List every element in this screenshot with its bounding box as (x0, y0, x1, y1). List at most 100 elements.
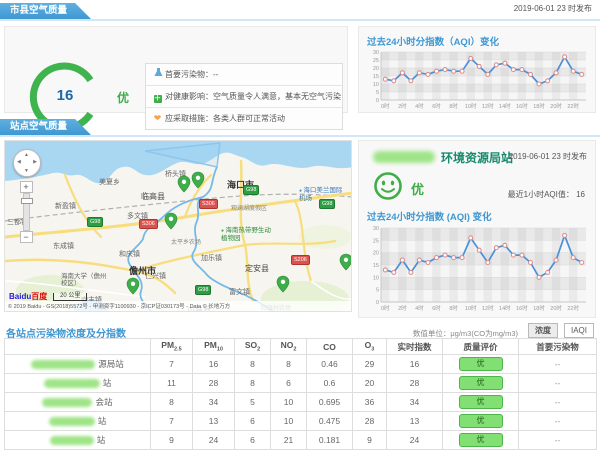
svg-text:22时: 22时 (567, 102, 579, 110)
value-cell: 7 (151, 355, 193, 374)
section-divider (0, 135, 600, 137)
value-cell: 28 (353, 412, 387, 431)
svg-text:12时: 12时 (482, 102, 494, 110)
svg-text:15: 15 (373, 263, 379, 269)
map-zoom-control: + − (19, 181, 33, 243)
column-header: CO (307, 339, 353, 355)
column-header: PM10 (193, 339, 235, 355)
value-cell: 34 (193, 393, 235, 412)
svg-text:14时: 14时 (499, 102, 511, 110)
info-row-primary-pollutant: 首要污染物：-- (146, 64, 342, 86)
value-cell: 29 (353, 355, 387, 374)
station-name-redacted (31, 360, 95, 369)
svg-text:20: 20 (373, 251, 379, 257)
value-cell: 9 (353, 431, 387, 450)
svg-text:20时: 20时 (550, 102, 562, 110)
recent-aqi-value: 16 (576, 190, 585, 199)
svg-text:0: 0 (376, 98, 379, 104)
station-column-header (5, 339, 151, 355)
svg-text:30: 30 (373, 226, 379, 232)
station-name-suffix: 站 (97, 435, 106, 445)
station-name-suffix: 站 (103, 378, 112, 388)
info-label: 对健康影响： (165, 92, 213, 101)
grade-cell: 优 (443, 355, 519, 374)
road-shield: S306 (139, 219, 158, 229)
primary-pollutant-cell: -- (519, 355, 597, 374)
map-label: 和庆镇 (119, 251, 140, 259)
flask-icon (152, 64, 163, 85)
air-quality-dashboard: { "header": { "publish_time": "2019-06-0… (0, 0, 600, 450)
map-pan-control[interactable]: ▲ ▼ ◀ ▶ (13, 149, 41, 177)
chart-title-city: 过去24小时分指数（AQI）变化 (367, 34, 499, 48)
column-header: PM2.5 (151, 339, 193, 355)
station-name-cell: 源局站 (5, 355, 151, 374)
station-pin-icon[interactable] (126, 277, 140, 295)
primary-pollutant-cell: -- (519, 393, 597, 412)
station-detail-panel: 环境资源局站 2019-06-01 23 时发布 优 最近1小时AQI值： 16… (358, 140, 596, 318)
station-name-redacted (44, 379, 100, 388)
info-label: 应采取措施： (165, 114, 213, 123)
value-cell: 0.475 (307, 412, 353, 431)
station-name-cell: 站 (5, 374, 151, 393)
station-pin-icon[interactable] (191, 171, 205, 189)
column-header: 质量评价 (443, 339, 519, 355)
value-cell: 8 (151, 393, 193, 412)
station-pin-icon[interactable] (177, 175, 191, 193)
pan-down-icon[interactable]: ▼ (24, 168, 29, 174)
svg-text:2时: 2时 (398, 102, 407, 110)
grade-badge: 优 (459, 395, 503, 409)
grade-badge: 优 (459, 376, 503, 390)
table-row: 站9246210.181924优-- (5, 431, 597, 450)
baidu-map[interactable]: 海口市儋州市临高县定安县屯昌县桥头镇美夏乡新盈镇多文镇三都镇东成镇和庆镇仁兴镇南… (4, 140, 352, 312)
section-divider (0, 19, 600, 21)
station-name-redacted (50, 436, 94, 445)
table-row: 会站8345100.6953634优-- (5, 393, 597, 412)
value-cell: 0.181 (307, 431, 353, 450)
value-cell: 0.6 (307, 374, 353, 393)
column-header: NO2 (271, 339, 307, 355)
value-cell: 11 (151, 374, 193, 393)
svg-text:0时: 0时 (381, 304, 390, 312)
value-cell: 16 (387, 355, 443, 374)
svg-text:8时: 8时 (449, 102, 458, 110)
svg-text:16时: 16时 (516, 304, 528, 312)
value-cell: 10 (271, 393, 307, 412)
svg-text:4时: 4时 (415, 102, 424, 110)
svg-text:30: 30 (373, 50, 379, 56)
station-pin-icon[interactable] (164, 212, 178, 230)
map-label: 新盈镇 (55, 203, 76, 211)
publish-time: 2019-06-01 23 时发布 (514, 3, 592, 14)
value-cell: 10 (271, 412, 307, 431)
map-scale: 20 公里 (53, 293, 87, 301)
svg-text:20: 20 (373, 66, 379, 72)
pan-right-icon[interactable]: ▶ (33, 159, 37, 165)
map-label: 加乐镇 (201, 255, 222, 263)
grade-badge: 优 (459, 414, 503, 428)
station-pin-icon[interactable] (339, 253, 352, 271)
toggle-concentration[interactable]: 浓度 (528, 323, 558, 338)
map-label: 观澜湖度假区 (231, 205, 267, 213)
map-attribution: © 2019 Baidu - GS(2018)5572号 - 甲测资字11009… (5, 301, 351, 311)
station-name-suffix: 源局站 (98, 359, 124, 369)
station-name-suffix: 会站 (95, 397, 112, 407)
pan-up-icon[interactable]: ▲ (24, 152, 29, 158)
zoom-slider-handle[interactable] (21, 198, 33, 204)
map-label: 定安县 (245, 265, 269, 273)
zoom-out-button[interactable]: − (20, 231, 33, 243)
map-label: 海南大学（儋州校区） (61, 273, 107, 287)
pan-left-icon[interactable]: ◀ (17, 159, 21, 165)
map-label: 美夏乡 (99, 179, 120, 187)
toggle-iaqi[interactable]: IAQI (564, 323, 594, 338)
station-pin-icon[interactable] (276, 275, 290, 293)
zoom-in-button[interactable]: + (20, 181, 33, 193)
value-cell: 0.695 (307, 393, 353, 412)
primary-pollutant-cell: -- (519, 412, 597, 431)
zoom-slider[interactable] (23, 193, 30, 231)
map-label: 海南热带野生动植物园 (221, 227, 277, 242)
grade-cell: 优 (443, 374, 519, 393)
info-value: 空气质量令人满意，基本无空气污染 (213, 92, 341, 101)
aqi-value: 16 (43, 87, 87, 104)
svg-text:0时: 0时 (381, 102, 390, 110)
station-name-redacted (42, 398, 92, 407)
heart-icon: ❤ (152, 108, 163, 129)
